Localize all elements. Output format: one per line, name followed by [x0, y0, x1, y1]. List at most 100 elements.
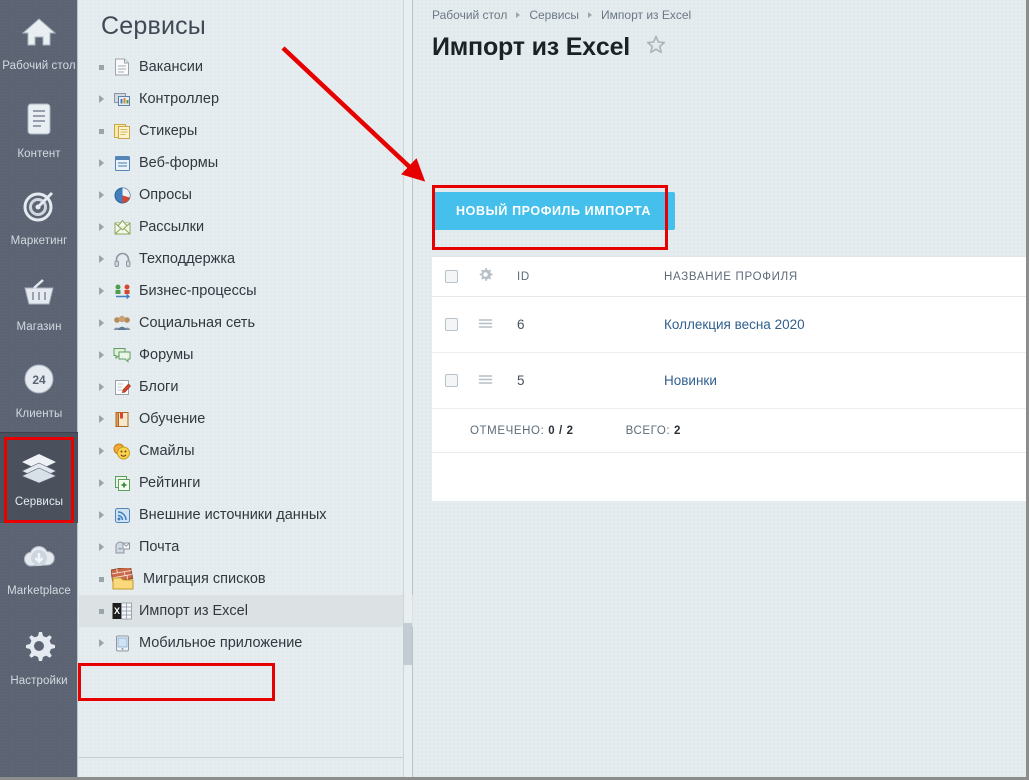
grid-header-id[interactable]: ID [500, 271, 664, 283]
menu-burger-icon[interactable] [478, 372, 493, 390]
row-profile-name-link[interactable]: Коллекция весна 2020 [664, 317, 1026, 332]
menu-item-rassylki[interactable]: Рассылки [79, 211, 412, 243]
grid-header-profile-name[interactable]: НАЗВАНИЕ ПРОФИЛЯ [664, 271, 1026, 283]
nav-item-services[interactable]: Сервисы [0, 432, 78, 524]
menu-item-vakansii[interactable]: Вакансии [79, 51, 412, 83]
menu-item-label: Обучение [135, 411, 205, 427]
menu-item-vneshnie-istochniki-dannyh[interactable]: Внешние источники данных [79, 499, 412, 531]
chevron-right-icon [93, 287, 109, 295]
nav-item-shop[interactable]: Магазин [0, 259, 78, 345]
nav-item-shop-label: Магазин [2, 321, 76, 335]
bitrix24-icon: 24 [2, 362, 76, 401]
nav-item-marketing[interactable]: Маркетинг [0, 171, 78, 259]
webform-icon [109, 155, 135, 172]
chevron-right-icon [93, 255, 109, 263]
sticky-note-icon [109, 123, 135, 140]
document-icon [2, 102, 76, 141]
grid-checked-counter: ОТМЕЧЕНО: 0 / 2 [432, 425, 574, 437]
nav-item-settings[interactable]: Настройки [0, 609, 78, 699]
menu-item-label: Мобильное приложение [135, 635, 302, 651]
menu-item-oprosy[interactable]: Опросы [79, 179, 412, 211]
menu-item-socialnaya-set[interactable]: Социальная сеть [79, 307, 412, 339]
grid-checked-label: ОТМЕЧЕНО: [470, 425, 544, 437]
chevron-right-icon [93, 447, 109, 455]
chevron-right-icon [93, 95, 109, 103]
excel-icon: X [109, 602, 135, 620]
menu-item-tehpodderzhka[interactable]: Техподдержка [79, 243, 412, 275]
breadcrumb-item-desktop[interactable]: Рабочий стол [432, 8, 507, 22]
piechart-icon [109, 187, 135, 204]
workflow-icon [109, 283, 135, 300]
menu-item-label: Внешние источники данных [135, 507, 327, 523]
envelope-icon [109, 219, 135, 235]
checkbox-icon[interactable] [445, 318, 458, 331]
menu-item-kontroller[interactable]: Контроллер [79, 83, 412, 115]
nav-item-desktop[interactable]: Рабочий стол [0, 0, 78, 84]
menu-panel-title: Сервисы [79, 0, 412, 47]
menu-item-smayly[interactable]: Смайлы [79, 435, 412, 467]
menu-item-label: Социальная сеть [135, 315, 255, 331]
svg-text:X: X [114, 606, 120, 616]
nav-item-clients[interactable]: 24 Клиенты [0, 344, 78, 432]
menu-item-veb-formy[interactable]: Веб-формы [79, 147, 412, 179]
breadcrumb-item-services[interactable]: Сервисы [529, 8, 579, 22]
chevron-right-icon [93, 415, 109, 423]
services-menu-panel: Сервисы Вакансии Контроллер [79, 0, 413, 780]
menu-item-obuchenie[interactable]: Обучение [79, 403, 412, 435]
nav-item-content[interactable]: Контент [0, 84, 78, 172]
menu-item-label: Миграция списков [139, 571, 266, 587]
menu-burger-icon[interactable] [478, 316, 493, 334]
menu-item-forumy[interactable]: Форумы [79, 339, 412, 371]
nav-item-marketplace[interactable]: Marketplace [0, 523, 78, 609]
main-content-area: Рабочий стол Сервисы Импорт из Excel Имп… [414, 0, 1026, 780]
book-icon [109, 411, 135, 428]
menu-item-stikery[interactable]: Стикеры [79, 115, 412, 147]
menu-item-label: Опросы [135, 187, 192, 203]
table-row[interactable]: 6 Коллекция весна 2020 [432, 297, 1026, 353]
grid-total-counter: ВСЕГО: 2 [574, 425, 681, 437]
nav-item-marketplace-label: Marketplace [2, 585, 76, 599]
menu-item-biznes-processy[interactable]: Бизнес-процессы [79, 275, 412, 307]
checkbox-icon[interactable] [445, 374, 458, 387]
page-title: Импорт из Excel [432, 33, 630, 62]
menu-item-label: Почта [135, 539, 179, 555]
menu-item-reytingi[interactable]: Рейтинги [79, 467, 412, 499]
chevron-right-icon [93, 191, 109, 199]
breadcrumb-separator-icon [516, 12, 520, 18]
select-all-cell [432, 270, 470, 283]
menu-scrollbar-track[interactable] [403, 0, 412, 780]
new-profile-button-wrap: НОВЫЙ ПРОФИЛЬ ИМПОРТА [432, 192, 675, 230]
chevron-right-icon [93, 223, 109, 231]
new-import-profile-button[interactable]: НОВЫЙ ПРОФИЛЬ ИМПОРТА [432, 192, 675, 230]
menu-bottom-divider [79, 757, 413, 758]
menu-item-pochta[interactable]: Почта [79, 531, 412, 563]
grid-header-row: ID НАЗВАНИЕ ПРОФИЛЯ [432, 257, 1026, 297]
headset-icon [109, 251, 135, 268]
menu-item-blogi[interactable]: Блоги [79, 371, 412, 403]
menu-item-label: Контроллер [135, 91, 219, 107]
gear-icon[interactable] [478, 267, 493, 287]
menu-item-migraciya-spiskov[interactable]: Миграция списков [79, 563, 412, 595]
menu-scrollbar-thumb[interactable] [403, 623, 412, 665]
row-profile-name-link[interactable]: Новинки [664, 373, 1026, 388]
row-id: 5 [500, 373, 664, 388]
bullet-dot-icon [93, 609, 109, 614]
left-navigation-bar: Рабочий стол Контент Маркетинг Магазин 2… [0, 0, 78, 780]
star-icon[interactable] [646, 35, 666, 60]
migration-icon [109, 568, 139, 590]
basket-icon [2, 277, 76, 314]
nav-item-desktop-label: Рабочий стол [2, 60, 76, 74]
bullet-dot-icon [93, 129, 109, 134]
table-row[interactable]: 5 Новинки [432, 353, 1026, 409]
menu-item-label: Стикеры [135, 123, 197, 139]
menu-item-import-iz-excel[interactable]: X Импорт из Excel [79, 595, 413, 627]
grid-total-value: 2 [674, 425, 681, 437]
grid-checked-value: 0 / 2 [548, 425, 573, 437]
nav-item-clients-label: Клиенты [2, 408, 76, 422]
checkbox-icon[interactable] [445, 270, 458, 283]
menu-item-label: Бизнес-процессы [135, 283, 257, 299]
row-id: 6 [500, 317, 664, 332]
menu-item-mobilnoe-prilozhenie[interactable]: Мобильное приложение [79, 627, 412, 659]
gear-icon [2, 629, 76, 668]
chevron-right-icon [93, 543, 109, 551]
